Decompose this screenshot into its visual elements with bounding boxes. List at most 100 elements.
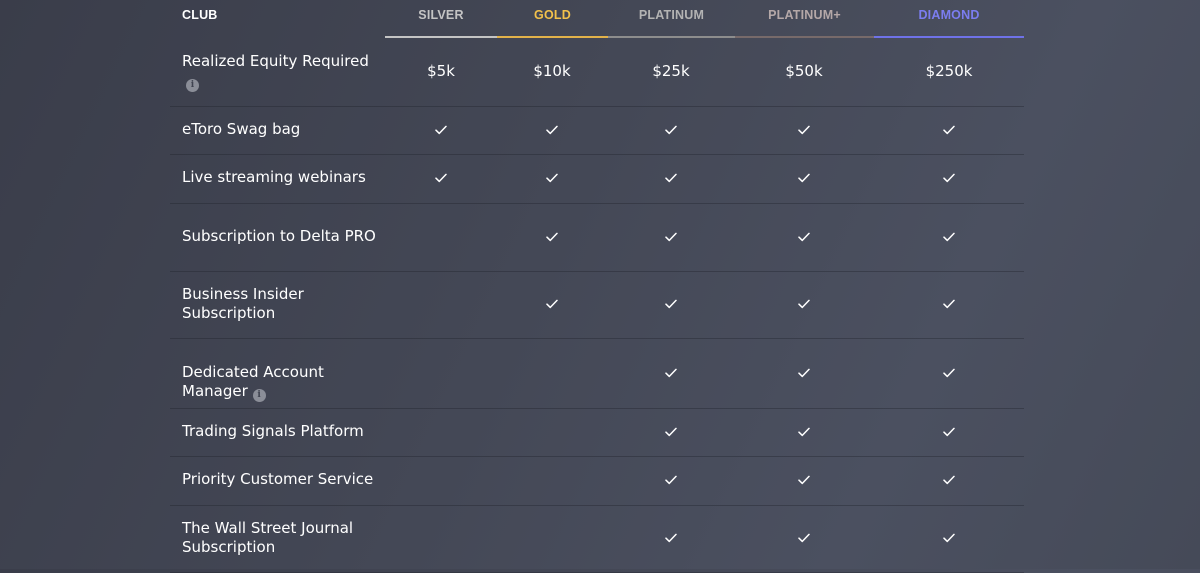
check-icon (798, 123, 810, 139)
check-icon (764, 204, 844, 271)
check-icon (546, 297, 558, 313)
check-icon (512, 155, 592, 203)
check-icon (764, 457, 844, 505)
check-icon (798, 473, 810, 489)
tier-header-platinum-plus: PLATINUM+ (768, 8, 841, 22)
empty-cell (512, 506, 592, 572)
check-icon (401, 155, 481, 203)
check-icon (798, 230, 810, 246)
check-icon (665, 473, 677, 489)
empty-cell (401, 409, 481, 456)
check-icon (943, 123, 955, 139)
table-row: Business Insider Subscription (170, 272, 1024, 339)
table-row: The Wall Street Journal Subscription (170, 506, 1024, 573)
check-icon (512, 204, 592, 271)
tier-header-diamond: DIAMOND (918, 8, 980, 22)
check-icon (764, 339, 844, 408)
check-icon (764, 107, 844, 154)
check-icon (909, 107, 989, 154)
feature-label: Business Insider Subscription (182, 285, 377, 324)
empty-cell (401, 457, 481, 505)
check-icon (909, 339, 989, 408)
feature-label: Subscription to Delta PRO (182, 227, 377, 247)
check-icon (665, 297, 677, 313)
table-header: CLUB SILVER GOLD PLATINUM PLATINUM+ DIAMOND (170, 0, 1024, 38)
empty-cell (401, 204, 481, 271)
feature-label: eToro Swag bag (182, 120, 377, 140)
tier-header-silver: SILVER (418, 8, 464, 22)
table-row: Realized Equity Required i $5k $10k $25k $50k… (170, 38, 1024, 107)
check-icon (909, 457, 989, 505)
check-icon (764, 272, 844, 338)
tier-value: $5k (427, 62, 455, 80)
check-icon (909, 409, 989, 456)
info-icon[interactable]: i (186, 78, 199, 92)
table-row: eToro Swag bag (170, 107, 1024, 155)
feature-label: Realized Equity Required i (182, 52, 377, 92)
check-icon (665, 123, 677, 139)
tier-header-platinum: PLATINUM (638, 8, 705, 22)
table-row: Trading Signals Platform (170, 409, 1024, 457)
tier-header-gold: GOLD (534, 8, 571, 22)
feature-label-text: Live streaming webinars (182, 168, 366, 187)
check-icon (631, 272, 711, 338)
tier-value: $10k (533, 62, 571, 80)
check-icon (546, 171, 558, 187)
check-icon (435, 123, 447, 139)
feature-label-text: The Wall Street Journal Subscription (182, 518, 354, 557)
check-icon (665, 425, 677, 441)
feature-label: The Wall Street Journal Subscription (182, 519, 377, 558)
check-icon (631, 457, 711, 505)
table-row: Dedicated Account Manager i (170, 339, 1024, 409)
check-icon (546, 123, 558, 139)
feature-label: Priority Customer Service (182, 470, 377, 490)
check-icon (631, 409, 711, 456)
empty-cell (401, 339, 481, 408)
check-icon (798, 171, 810, 187)
check-icon (435, 171, 447, 187)
check-icon (631, 339, 711, 408)
empty-cell (512, 409, 592, 456)
check-icon (665, 531, 677, 547)
check-icon (798, 366, 810, 382)
empty-cell (401, 506, 481, 572)
empty-cell (512, 339, 592, 408)
check-icon (798, 425, 810, 441)
tier-value: $25k (652, 62, 690, 80)
tier-value: $250k (925, 62, 973, 80)
check-icon (909, 272, 989, 338)
check-icon (546, 230, 558, 246)
check-icon (631, 107, 711, 154)
feature-label-text: eToro Swag bag (182, 119, 301, 138)
tier-value: $50k (785, 62, 823, 80)
empty-cell (512, 457, 592, 505)
feature-label-text: Business Insider Subscription (182, 284, 304, 323)
check-icon (909, 204, 989, 271)
feature-label-text: Subscription to Delta PRO (182, 226, 376, 245)
check-icon (631, 155, 711, 203)
check-icon (631, 204, 711, 271)
club-comparison-table: CLUB SILVER GOLD PLATINUM PLATINUM+ DIAMOND … (170, 0, 1024, 573)
table-row: Priority Customer Service (170, 457, 1024, 506)
check-icon (401, 107, 481, 154)
club-column-header: CLUB (182, 8, 218, 22)
feature-label-text: Priority Customer Service (182, 470, 374, 489)
table-row: Live streaming webinars (170, 155, 1024, 204)
empty-cell (401, 272, 481, 338)
check-icon (943, 366, 955, 382)
check-icon (665, 171, 677, 187)
check-icon (631, 506, 711, 572)
feature-label-text: Realized Equity Required (182, 52, 369, 70)
check-icon (943, 230, 955, 246)
info-icon[interactable]: i (252, 389, 266, 403)
feature-label: Trading Signals Platform (182, 422, 377, 442)
check-icon (764, 506, 844, 572)
check-icon (943, 425, 955, 441)
feature-label: Live streaming webinars (182, 168, 377, 188)
check-icon (909, 155, 989, 203)
check-icon (798, 531, 810, 547)
check-icon (665, 230, 677, 246)
check-icon (665, 366, 677, 382)
check-icon (512, 107, 592, 154)
check-icon (764, 409, 844, 456)
